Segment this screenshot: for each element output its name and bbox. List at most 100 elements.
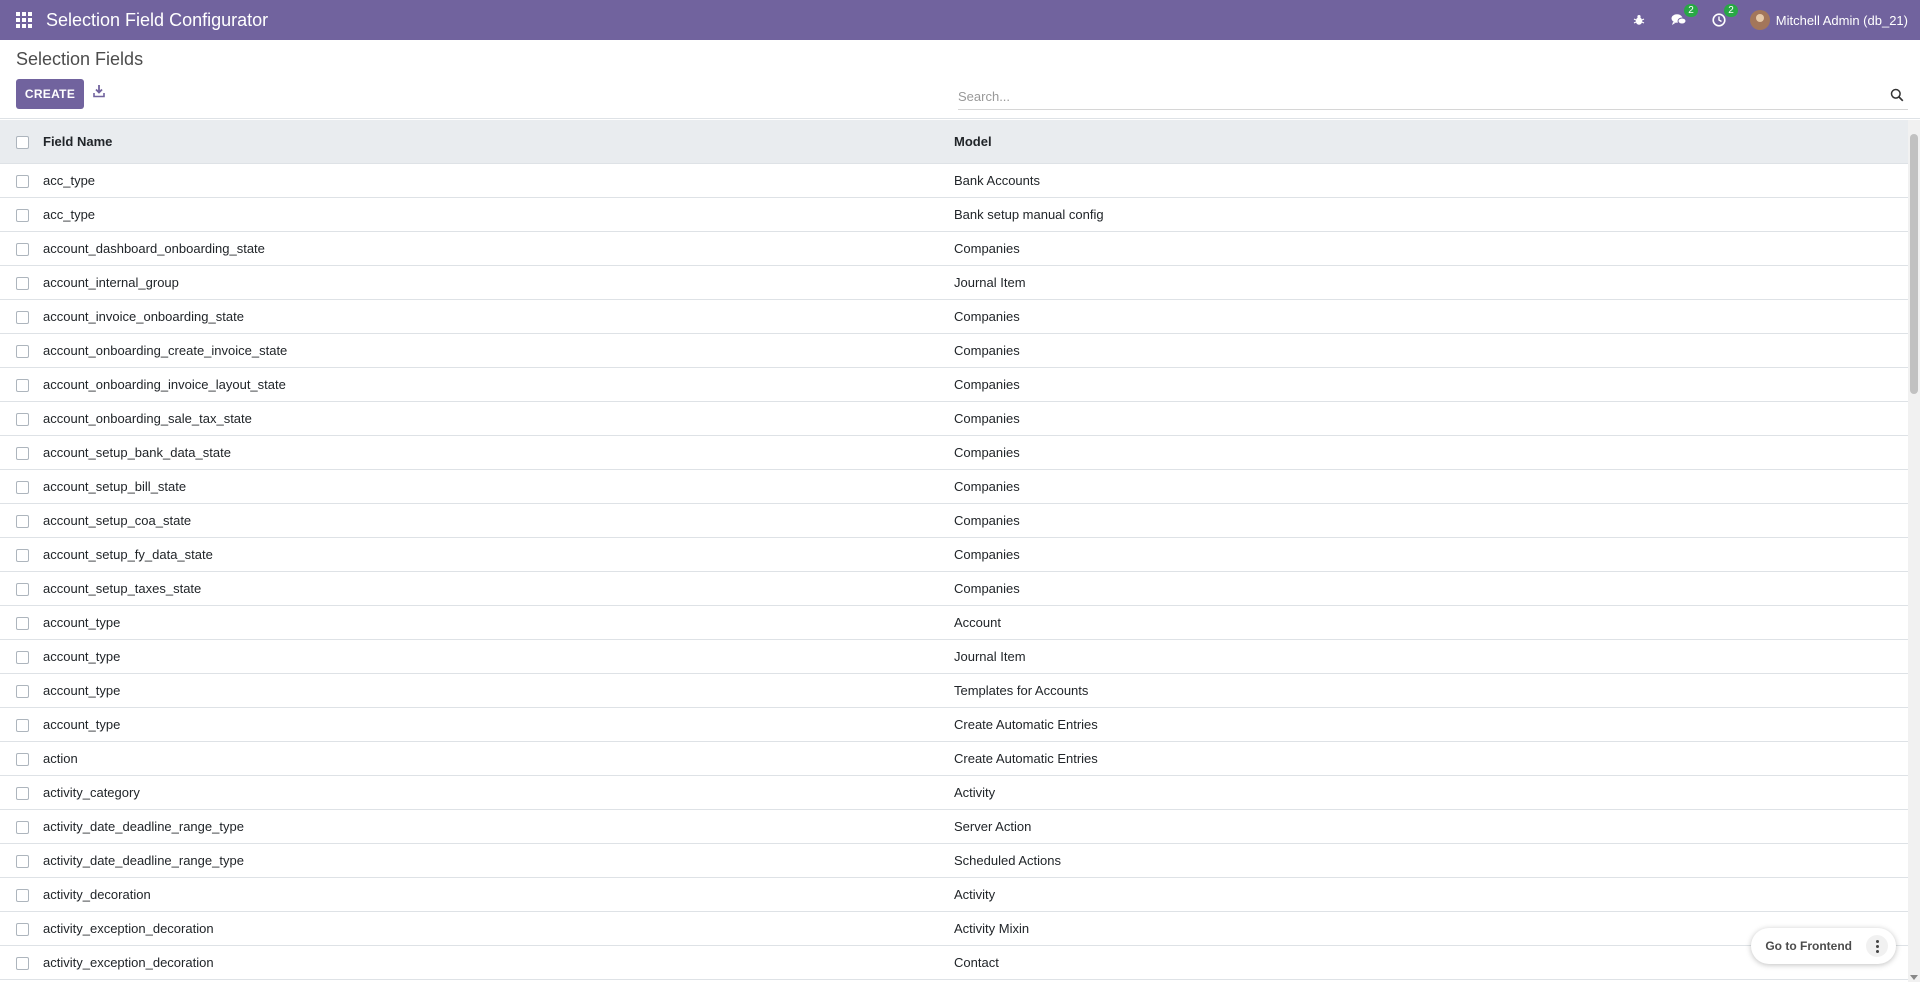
table-row[interactable]: activity_date_deadline_range_type Server … — [0, 809, 1908, 843]
field-name-cell[interactable]: account_setup_fy_data_state — [43, 537, 954, 571]
row-checkbox[interactable] — [16, 344, 29, 358]
table-row[interactable]: activity_exception_decoration Contact — [0, 945, 1908, 979]
field-name-cell[interactable]: account_type — [43, 605, 954, 639]
field-name-cell[interactable]: account_setup_coa_state — [43, 503, 954, 537]
field-name-cell[interactable]: account_setup_taxes_state — [43, 571, 954, 605]
model-cell[interactable]: Server Action — [954, 809, 1908, 843]
table-row[interactable]: account_internal_group Journal Item — [0, 265, 1908, 299]
row-checkbox[interactable] — [16, 820, 29, 834]
field-name-cell[interactable]: acc_type — [43, 197, 954, 231]
row-checkbox[interactable] — [16, 854, 29, 868]
row-checkbox[interactable] — [16, 718, 29, 732]
row-checkbox[interactable] — [16, 752, 29, 766]
field-name-cell[interactable]: activity_date_deadline_range_type — [43, 843, 954, 877]
table-row[interactable]: activity_exception_decoration Activity Mi… — [0, 911, 1908, 945]
table-row[interactable]: account_type Create Automatic Entries — [0, 707, 1908, 741]
model-cell[interactable]: Journal Item — [954, 639, 1908, 673]
table-row[interactable]: account_invoice_onboarding_state Companie… — [0, 299, 1908, 333]
row-checkbox[interactable] — [16, 378, 29, 392]
model-cell[interactable]: Companies — [954, 367, 1908, 401]
field-name-cell[interactable]: account_setup_bank_data_state — [43, 435, 954, 469]
table-row[interactable]: account_type Journal Item — [0, 639, 1908, 673]
table-row[interactable]: account_setup_coa_state Companies — [0, 503, 1908, 537]
field-name-cell[interactable]: account_internal_group — [43, 265, 954, 299]
field-name-cell[interactable]: account_type — [43, 673, 954, 707]
field-name-cell[interactable]: account_type — [43, 707, 954, 741]
row-checkbox[interactable] — [16, 956, 29, 970]
model-cell[interactable]: Companies — [954, 503, 1908, 537]
model-cell[interactable]: Companies — [954, 571, 1908, 605]
row-checkbox[interactable] — [16, 446, 29, 460]
model-cell[interactable]: Companies — [954, 333, 1908, 367]
table-row[interactable]: account_setup_taxes_state Companies — [0, 571, 1908, 605]
field-name-cell[interactable]: account_type — [43, 639, 954, 673]
row-checkbox[interactable] — [16, 276, 29, 290]
search-input[interactable] — [958, 84, 1858, 108]
kebab-menu-icon[interactable] — [1866, 935, 1888, 957]
row-checkbox[interactable] — [16, 684, 29, 698]
field-name-cell[interactable]: acc_type — [43, 163, 954, 197]
model-cell[interactable]: Bank setup manual config — [954, 197, 1908, 231]
table-row[interactable]: acc_type Bank setup manual config — [0, 197, 1908, 231]
model-cell[interactable]: Bank Accounts — [954, 163, 1908, 197]
row-checkbox[interactable] — [16, 480, 29, 494]
field-name-cell[interactable]: account_invoice_onboarding_state — [43, 299, 954, 333]
column-header-field-name[interactable]: Field Name — [43, 120, 954, 164]
model-cell[interactable]: Companies — [954, 231, 1908, 265]
app-title[interactable]: Selection Field Configurator — [46, 10, 268, 31]
row-checkbox[interactable] — [16, 548, 29, 562]
field-name-cell[interactable]: activity_category — [43, 775, 954, 809]
row-checkbox[interactable] — [16, 310, 29, 324]
create-button[interactable]: CREATE — [16, 79, 84, 109]
apps-menu-icon[interactable] — [16, 12, 32, 28]
model-cell[interactable]: Activity — [954, 877, 1908, 911]
row-checkbox[interactable] — [16, 242, 29, 256]
table-row[interactable]: account_setup_bank_data_state Companies — [0, 435, 1908, 469]
vertical-scrollbar[interactable] — [1908, 120, 1920, 982]
table-row[interactable]: activity_category Activity — [0, 775, 1908, 809]
model-cell[interactable]: Companies — [954, 401, 1908, 435]
model-cell[interactable]: Templates for Accounts — [954, 673, 1908, 707]
field-name-cell[interactable]: activity_exception_decoration — [43, 911, 954, 945]
table-row[interactable]: account_onboarding_create_invoice_state C… — [0, 333, 1908, 367]
table-row[interactable]: account_type Account — [0, 605, 1908, 639]
field-name-cell[interactable]: action — [43, 741, 954, 775]
row-checkbox[interactable] — [16, 650, 29, 664]
messages-chat-icon[interactable]: 2 — [1670, 4, 1698, 29]
model-cell[interactable]: Journal Item — [954, 265, 1908, 299]
model-cell[interactable]: Account — [954, 605, 1908, 639]
row-checkbox[interactable] — [16, 922, 29, 936]
table-row[interactable]: account_type Templates for Accounts — [0, 673, 1908, 707]
table-row[interactable]: action Create Automatic Entries — [0, 741, 1908, 775]
go-to-frontend-button[interactable]: Go to Frontend — [1765, 939, 1852, 953]
row-checkbox[interactable] — [16, 208, 29, 222]
model-cell[interactable]: Companies — [954, 469, 1908, 503]
model-cell[interactable]: Companies — [954, 299, 1908, 333]
model-cell[interactable]: Create Automatic Entries — [954, 707, 1908, 741]
scroll-down-arrow-icon[interactable] — [1910, 975, 1918, 980]
search-icon[interactable] — [1890, 88, 1906, 104]
select-all-checkbox[interactable] — [16, 135, 29, 149]
model-cell[interactable]: Companies — [954, 435, 1908, 469]
table-row[interactable]: account_onboarding_sale_tax_state Compani… — [0, 401, 1908, 435]
table-row[interactable]: account_setup_fy_data_state Companies — [0, 537, 1908, 571]
row-checkbox[interactable] — [16, 514, 29, 528]
model-cell[interactable]: Create Automatic Entries — [954, 741, 1908, 775]
scrollbar-thumb[interactable] — [1910, 134, 1918, 394]
field-name-cell[interactable]: activity_date_deadline_range_type — [43, 809, 954, 843]
field-name-cell[interactable]: account_onboarding_create_invoice_state — [43, 333, 954, 367]
table-row[interactable]: acc_type Bank Accounts — [0, 163, 1908, 197]
field-name-cell[interactable]: account_setup_bill_state — [43, 469, 954, 503]
model-cell[interactable]: Scheduled Actions — [954, 843, 1908, 877]
row-checkbox[interactable] — [16, 888, 29, 902]
row-checkbox[interactable] — [16, 616, 29, 630]
field-name-cell[interactable]: account_onboarding_sale_tax_state — [43, 401, 954, 435]
download-icon[interactable] — [93, 84, 109, 102]
table-row[interactable]: activity_decoration Activity — [0, 877, 1908, 911]
user-menu[interactable]: Mitchell Admin (db_21) — [1749, 10, 1908, 30]
field-name-cell[interactable]: activity_exception_decoration — [43, 945, 954, 979]
debug-bug-icon[interactable] — [1630, 11, 1648, 29]
row-checkbox[interactable] — [16, 786, 29, 800]
field-name-cell[interactable]: account_dashboard_onboarding_state — [43, 231, 954, 265]
table-row[interactable]: account_setup_bill_state Companies — [0, 469, 1908, 503]
